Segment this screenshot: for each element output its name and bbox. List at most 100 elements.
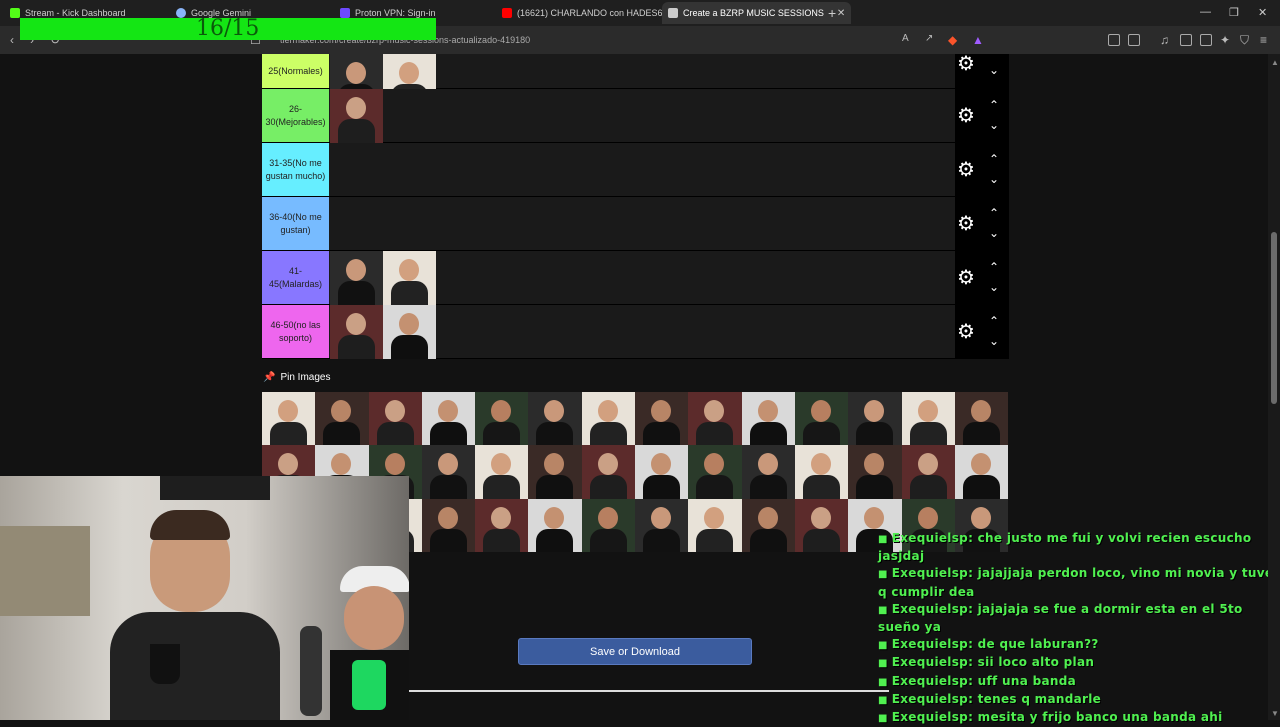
sidebar-icon[interactable] <box>1180 34 1192 46</box>
maximize-button[interactable]: ❐ <box>1229 6 1239 19</box>
tier-label[interactable]: 41-45(Malardas) <box>262 251 329 304</box>
artist-thumbnail[interactable] <box>383 251 436 305</box>
tier-items[interactable] <box>330 89 383 143</box>
artist-thumbnail[interactable] <box>421 498 476 552</box>
pin-images-toggle[interactable]: 📌 Pin Images <box>263 372 330 383</box>
scroll-up-icon[interactable]: ▲ <box>1271 58 1279 67</box>
artist-thumbnail[interactable] <box>635 498 689 552</box>
artist-thumbnail[interactable] <box>262 392 316 446</box>
artist-thumbnail[interactable] <box>954 445 1009 499</box>
artist-thumbnail[interactable] <box>330 89 383 143</box>
tier-controls: ⚙ ⌃ ⌄ <box>955 143 1009 196</box>
artist-thumbnail[interactable] <box>383 305 436 359</box>
tier-items[interactable] <box>330 305 436 359</box>
extensions-icon[interactable] <box>1108 34 1120 46</box>
media-icon[interactable]: ♫ <box>1160 33 1169 47</box>
tier-items[interactable] <box>330 54 436 89</box>
menu-icon[interactable]: ≡ <box>1260 33 1267 47</box>
artist-thumbnail[interactable] <box>475 392 529 446</box>
artist-thumbnail[interactable] <box>635 392 689 446</box>
artist-thumbnail[interactable] <box>315 392 369 446</box>
tab-youtube[interactable]: (16621) CHARLANDO con HADES66 <box>502 4 668 22</box>
streamer-figure <box>110 510 280 720</box>
artist-thumbnail[interactable] <box>421 392 476 446</box>
artist-thumbnail[interactable] <box>528 445 582 499</box>
artist-thumbnail[interactable] <box>330 251 383 305</box>
move-down-icon[interactable]: ⌄ <box>989 172 999 186</box>
leo-icon[interactable]: ✦ <box>1220 33 1230 47</box>
artist-thumbnail[interactable] <box>581 445 636 499</box>
tier-items[interactable] <box>330 251 436 305</box>
artist-thumbnail[interactable] <box>635 445 689 499</box>
page-scrollbar[interactable]: ▲ ▼ <box>1268 54 1280 720</box>
kick-badge-icon: ■ <box>878 604 888 616</box>
brave-rewards-icon[interactable]: ▲ <box>972 33 984 47</box>
move-down-icon[interactable]: ⌄ <box>989 280 999 294</box>
new-tab-button[interactable]: + <box>828 5 836 21</box>
tier-row: 26-30(Mejorables) ⚙ ⌃ ⌄ <box>262 89 1009 143</box>
tier-label[interactable]: 46-50(no las soporto) <box>262 305 329 358</box>
tab-tiermaker[interactable]: Create a BZRP MUSIC SESSIONS ✕ <box>662 2 852 24</box>
artist-thumbnail[interactable] <box>383 54 436 89</box>
artist-thumbnail[interactable] <box>581 498 636 552</box>
vpn-icon[interactable]: ⛉ <box>1240 33 1249 48</box>
artist-thumbnail[interactable] <box>794 498 849 552</box>
artist-thumbnail[interactable] <box>688 392 742 446</box>
minimize-button[interactable]: — <box>1200 6 1211 18</box>
tier-label[interactable]: 31-35(No me gustan mucho) <box>262 143 329 196</box>
tier-label[interactable]: 36-40(No me gustan) <box>262 197 329 250</box>
chat-text: tenes q mandarle <box>977 691 1102 706</box>
move-up-icon[interactable]: ⌃ <box>989 260 999 274</box>
artist-thumbnail[interactable] <box>688 445 742 499</box>
tier-label[interactable]: 25(Normales) <box>262 54 329 88</box>
artist-thumbnail[interactable] <box>741 445 795 499</box>
close-tab-icon[interactable]: ✕ <box>837 8 845 19</box>
scroll-down-icon[interactable]: ▼ <box>1271 709 1279 718</box>
gear-icon[interactable]: ⚙ <box>957 54 975 74</box>
artist-thumbnail[interactable] <box>848 392 902 446</box>
artist-thumbnail[interactable] <box>901 445 955 499</box>
artist-thumbnail[interactable] <box>794 445 849 499</box>
gear-icon[interactable]: ⚙ <box>957 106 975 126</box>
artist-thumbnail[interactable] <box>688 498 742 552</box>
artist-thumbnail[interactable] <box>475 498 529 552</box>
artist-thumbnail[interactable] <box>848 445 902 499</box>
move-up-icon[interactable]: ⌃ <box>989 98 999 112</box>
gear-icon[interactable]: ⚙ <box>957 214 975 234</box>
artist-thumbnail[interactable] <box>528 498 582 552</box>
pin-icon: 📌 <box>263 372 276 383</box>
move-down-icon[interactable]: ⌄ <box>989 334 999 348</box>
brave-shield-icon[interactable]: ◆ <box>948 33 957 47</box>
artist-thumbnail[interactable] <box>794 392 849 446</box>
share-icon[interactable]: ↗ <box>925 33 933 44</box>
gear-icon[interactable]: ⚙ <box>957 268 975 288</box>
artist-thumbnail[interactable] <box>954 392 1009 446</box>
close-window-button[interactable]: ✕ <box>1258 6 1267 19</box>
move-up-icon[interactable]: ⌃ <box>989 206 999 220</box>
wallet-icon[interactable] <box>1200 34 1212 46</box>
scroll-thumb[interactable] <box>1271 232 1277 404</box>
artist-thumbnail[interactable] <box>421 445 476 499</box>
move-down-icon[interactable]: ⌄ <box>989 226 999 240</box>
artist-thumbnail[interactable] <box>475 445 529 499</box>
back-icon[interactable]: ‹ <box>10 33 14 47</box>
artist-thumbnail[interactable] <box>901 392 955 446</box>
move-up-icon[interactable]: ⌃ <box>989 314 999 328</box>
gear-icon[interactable]: ⚙ <box>957 322 975 342</box>
artist-thumbnail[interactable] <box>528 392 582 446</box>
artist-thumbnail[interactable] <box>330 305 383 359</box>
screenshot-icon[interactable] <box>1128 34 1140 46</box>
save-or-download-button[interactable]: Save or Download <box>518 638 752 665</box>
move-down-icon[interactable]: ⌄ <box>989 118 999 132</box>
chat-text: mesita y frijo banco una banda ahi <box>977 710 1223 725</box>
gear-icon[interactable]: ⚙ <box>957 160 975 180</box>
artist-thumbnail[interactable] <box>330 54 383 89</box>
translate-icon[interactable]: A <box>902 33 909 44</box>
artist-thumbnail[interactable] <box>741 498 795 552</box>
tier-label[interactable]: 26-30(Mejorables) <box>262 89 329 142</box>
artist-thumbnail[interactable] <box>581 392 636 446</box>
artist-thumbnail[interactable] <box>741 392 795 446</box>
artist-thumbnail[interactable] <box>368 392 422 446</box>
move-down-icon[interactable]: ⌄ <box>989 63 999 77</box>
move-up-icon[interactable]: ⌃ <box>989 152 999 166</box>
